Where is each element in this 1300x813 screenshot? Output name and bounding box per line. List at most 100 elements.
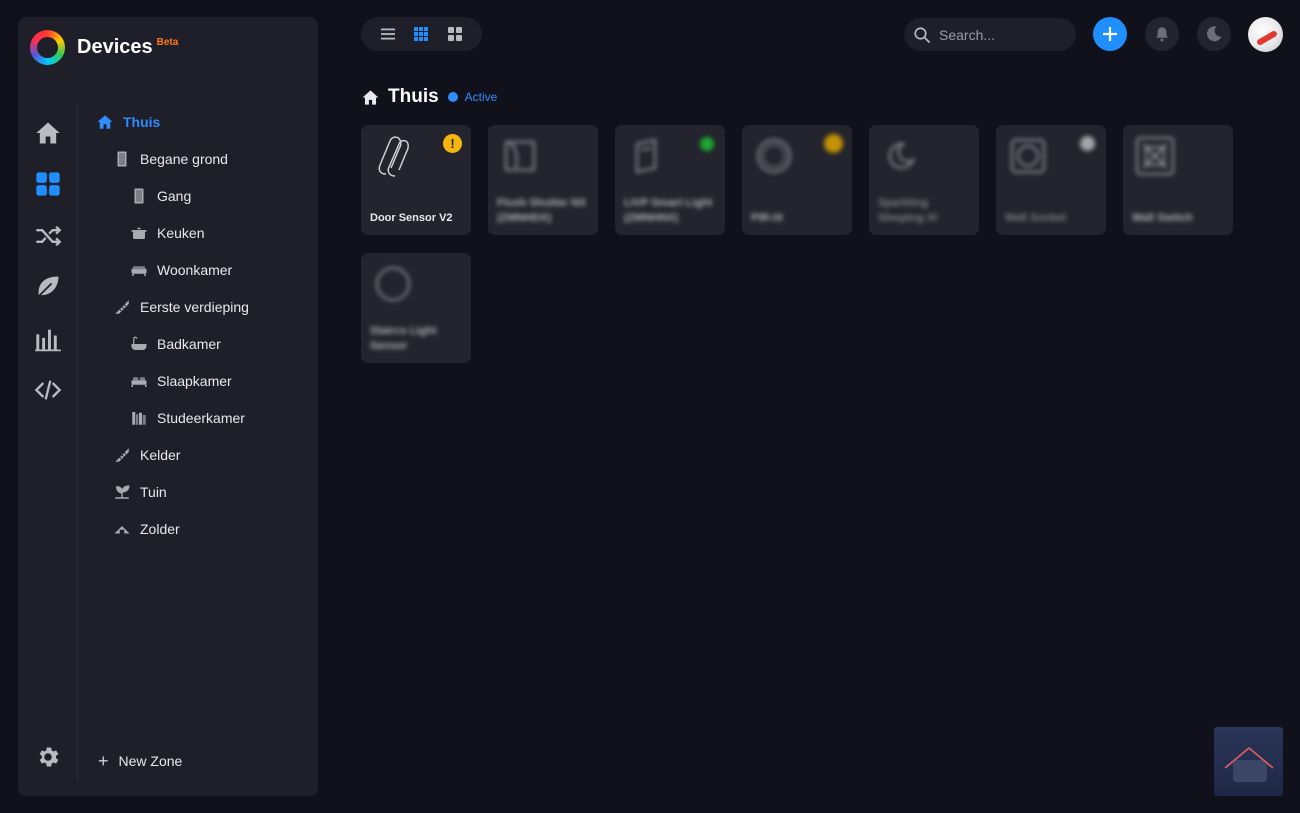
- zone-header: Thuis Active: [361, 86, 497, 108]
- zone-label: Badkamer: [157, 335, 221, 352]
- zone-item-gang[interactable]: Gang: [96, 177, 311, 214]
- zone-label: Eerste verdieping: [140, 298, 249, 315]
- device-card[interactable]: PIR-IX: [742, 125, 852, 235]
- device-card[interactable]: ! Door Sensor V2: [361, 125, 471, 235]
- app-logo-icon: [30, 29, 65, 65]
- zone-label: Zolder: [140, 520, 180, 537]
- plant-icon: [113, 483, 131, 501]
- device-name: Door Sensor V2: [370, 212, 453, 224]
- device-name: Wall Switch: [1132, 212, 1193, 224]
- paperclip-sensor-icon: [371, 134, 415, 178]
- search-box: [904, 18, 1076, 51]
- new-zone-button[interactable]: + New Zone: [98, 750, 182, 772]
- home-icon: [36, 122, 60, 144]
- zone-item-eerste-verdieping[interactable]: Eerste verdieping: [96, 288, 311, 325]
- sofa-icon: [130, 261, 148, 279]
- zone-item-badkamer[interactable]: Badkamer: [96, 325, 311, 362]
- status-on-icon: [700, 137, 714, 151]
- small-grid-view-button[interactable]: [409, 22, 433, 46]
- status-badge: Active: [464, 90, 498, 104]
- zone-item-tuin[interactable]: Tuin: [96, 473, 311, 510]
- rail-energy[interactable]: [18, 262, 78, 314]
- idle-status-icon: [1080, 136, 1095, 151]
- rail-divider: [77, 103, 78, 781]
- beta-badge: Beta: [156, 36, 179, 48]
- device-card[interactable]: Flush Shutter NX (ZMNHDX): [488, 125, 598, 235]
- pot-icon: [130, 224, 148, 242]
- dark-mode-button[interactable]: [1197, 17, 1231, 51]
- plus-icon: +: [98, 750, 109, 771]
- light-sensor-icon: [371, 262, 415, 306]
- gear-icon: [39, 747, 59, 767]
- settings-button[interactable]: [18, 737, 78, 777]
- new-zone-label: New Zone: [118, 753, 183, 769]
- status-dot: [447, 92, 458, 102]
- rail-devices[interactable]: [18, 159, 78, 211]
- zone-item-woonkamer[interactable]: Woonkamer: [96, 251, 311, 288]
- small-grid-view-icon: [414, 27, 429, 41]
- large-grid-view-icon: [448, 27, 463, 41]
- view-mode-switch: [361, 17, 482, 51]
- bathtub-icon: [130, 335, 148, 353]
- zone-item-slaapkamer[interactable]: Slaapkamer: [96, 362, 311, 399]
- zone-label: Tuin: [140, 483, 167, 500]
- zone-item-kelder[interactable]: Kelder: [96, 436, 311, 473]
- devices-icon: [36, 172, 60, 196]
- bed-icon: [130, 372, 148, 390]
- zone-item-thuis[interactable]: Thuis: [96, 103, 311, 140]
- zone-item-begane-grond[interactable]: Begane grond: [96, 140, 311, 177]
- device-name: Wall Socket: [1005, 212, 1067, 224]
- motion-sensor-icon: [752, 134, 796, 178]
- device-card[interactable]: Wall Socket: [996, 125, 1106, 235]
- device-card[interactable]: Wall Switch: [1123, 125, 1233, 235]
- plus-icon: [1103, 27, 1117, 41]
- large-grid-view-button[interactable]: [443, 22, 467, 46]
- device-card[interactable]: Sparkling Sleeping XI: [869, 125, 979, 235]
- rail-developer[interactable]: [18, 365, 78, 417]
- zone-label: Begane grond: [140, 150, 228, 167]
- energy-leaf-icon: [36, 276, 59, 299]
- device-name: Staircs Light Sensor: [370, 325, 437, 352]
- zone-label: Gang: [157, 187, 192, 204]
- zone-item-studeerkamer[interactable]: Studeerkamer: [96, 399, 311, 436]
- developer-code-icon: [34, 380, 62, 400]
- zone-label: Woonkamer: [157, 261, 233, 278]
- device-card[interactable]: Staircs Light Sensor: [361, 253, 471, 363]
- floor-icon: [113, 150, 131, 168]
- switch-icon: [1133, 134, 1177, 178]
- device-name: Sparkling Sleeping XI: [878, 197, 938, 224]
- notifications-button[interactable]: [1145, 17, 1179, 51]
- avatar[interactable]: [1248, 17, 1283, 52]
- nav-rail: [18, 107, 78, 416]
- insights-icon: [35, 329, 61, 351]
- rail-insights[interactable]: [18, 313, 78, 365]
- home-icon: [362, 89, 379, 105]
- moon-icon: [1207, 26, 1222, 42]
- light-module-icon: [625, 134, 669, 178]
- device-name: PIR-IX: [751, 212, 784, 224]
- zone-item-keuken[interactable]: Keuken: [96, 214, 311, 251]
- device-card[interactable]: LIVP Smart Light (ZMNHNX): [615, 125, 725, 235]
- page-title: Devices: [77, 35, 153, 58]
- moon-sensor-icon: [879, 134, 923, 178]
- zone-label: Thuis: [123, 113, 161, 130]
- scroll-to-top-button[interactable]: [1214, 727, 1283, 796]
- list-view-button[interactable]: [376, 22, 400, 46]
- zone-label: Kelder: [140, 446, 181, 463]
- zone-label: Keuken: [157, 224, 205, 241]
- bell-icon: [1156, 27, 1168, 42]
- zone-item-zolder[interactable]: Zolder: [96, 510, 311, 547]
- search-icon: [914, 26, 931, 43]
- alarm-status-icon: [824, 134, 843, 153]
- zone-tree: Thuis Begane grond Gang Keuken Woonkamer…: [96, 103, 311, 547]
- door-icon: [130, 187, 148, 205]
- stairs-icon: [113, 298, 131, 316]
- device-name: LIVP Smart Light (ZMNHNX): [624, 197, 713, 224]
- add-device-button[interactable]: [1093, 17, 1127, 51]
- rail-flows[interactable]: [18, 210, 78, 262]
- rail-home[interactable]: [18, 107, 78, 159]
- search-input[interactable]: [939, 26, 1064, 43]
- home-icon: [96, 113, 114, 131]
- brand: Devices Beta: [30, 29, 178, 65]
- warning-icon: !: [443, 134, 462, 153]
